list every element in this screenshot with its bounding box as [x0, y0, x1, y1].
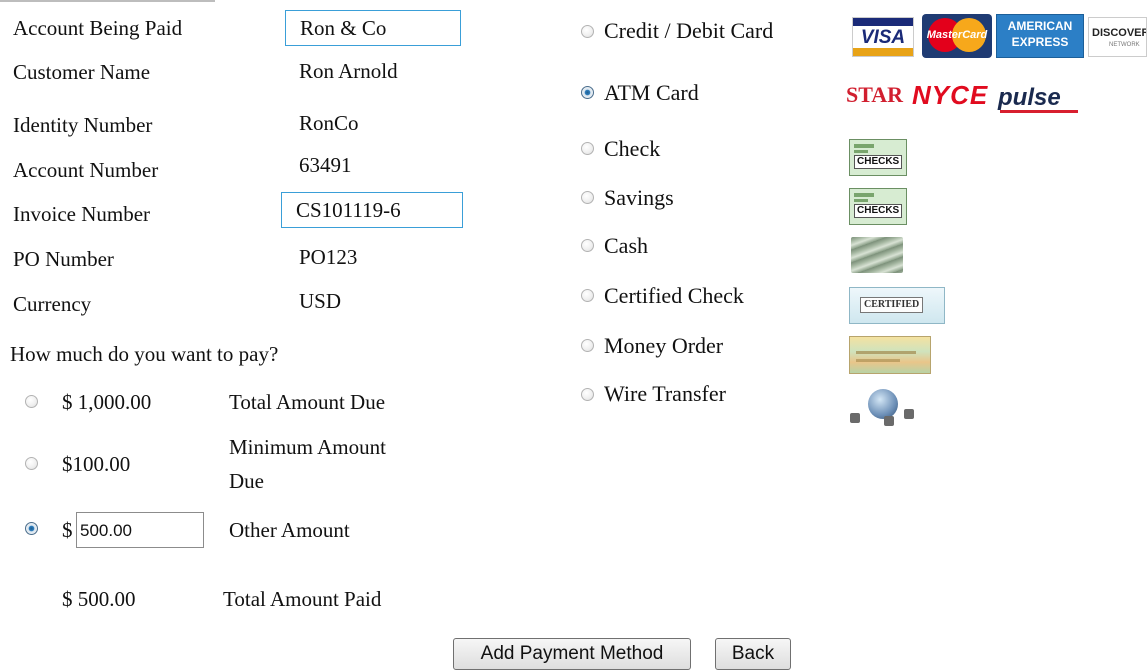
discover-logo-text: DISCOVER — [1092, 27, 1147, 39]
method-savings-label: Savings — [604, 185, 674, 210]
label-invoice-number: Invoice Number — [13, 202, 151, 226]
visa-logo-icon: VISA — [852, 17, 914, 57]
discover-logo-subtext: NETWORK — [1109, 42, 1140, 48]
visa-logo-text: VISA — [860, 27, 906, 48]
certified-check-icon: CERTIFIED — [849, 287, 945, 324]
account-being-paid-field[interactable] — [285, 10, 461, 46]
minimum-amount-due-label-line2: Due — [229, 469, 264, 493]
radio-credit-debit-card[interactable] — [581, 25, 594, 38]
invoice-number-field[interactable] — [281, 192, 463, 228]
label-customer-name: Customer Name — [13, 60, 151, 84]
mastercard-logo-icon: MasterCard — [922, 14, 992, 58]
po-number-value: PO123 — [299, 245, 358, 269]
label-identity-number: Identity Number — [13, 113, 153, 137]
add-payment-method-button[interactable]: Add Payment Method — [453, 638, 691, 670]
method-certified-check-label: Certified Check — [604, 283, 744, 308]
radio-minimum-amount-due[interactable] — [25, 457, 38, 470]
top-divider — [0, 0, 215, 2]
other-amount-label: Other Amount — [229, 518, 350, 542]
check-icon: CHECKS — [849, 139, 907, 176]
identity-number-value: RonCo — [299, 111, 359, 135]
minimum-amount-due-label-line1: Minimum Amount — [229, 435, 386, 459]
radio-wire-transfer[interactable] — [581, 388, 594, 401]
nyce-logo-text: NYCE — [912, 80, 988, 110]
method-wire-transfer-label: Wire Transfer — [604, 381, 726, 406]
radio-money-order[interactable] — [581, 339, 594, 352]
total-amount-paid-label: Total Amount Paid — [223, 587, 382, 611]
label-account-number: Account Number — [13, 158, 159, 182]
radio-atm-card[interactable] — [581, 86, 594, 99]
nyce-logo-icon: NYCE — [910, 80, 988, 110]
other-amount-input[interactable] — [76, 512, 204, 548]
mastercard-logo-text: MasterCard — [926, 29, 988, 41]
method-cash-label: Cash — [604, 233, 648, 258]
money-order-icon — [849, 336, 931, 374]
check-logo-text: CHECKS — [854, 155, 903, 169]
label-currency: Currency — [13, 292, 92, 316]
star-network-logo-icon: STAR — [846, 79, 904, 117]
total-amount-paid-value: $ 500.00 — [62, 587, 136, 611]
pay-amount-question: How much do you want to pay? — [10, 342, 279, 366]
radio-total-amount-due[interactable] — [25, 395, 38, 408]
method-money-order-label: Money Order — [604, 333, 724, 358]
amex-logo-text-line2: EXPRESS — [1011, 35, 1069, 49]
pulse-logo-icon: pulse — [996, 84, 1082, 114]
total-amount-due-value: $ 1,000.00 — [62, 390, 152, 414]
total-amount-due-label: Total Amount Due — [229, 390, 386, 414]
radio-other-amount[interactable] — [25, 522, 38, 535]
customer-name-value: Ron Arnold — [299, 59, 398, 83]
currency-value: USD — [299, 289, 342, 313]
certified-logo-text: CERTIFIED — [860, 297, 924, 313]
discover-logo-icon: DISCOVER NETWORK — [1088, 17, 1147, 57]
back-button[interactable]: Back — [715, 638, 791, 670]
savings-check-icon: CHECKS — [849, 188, 907, 225]
radio-savings[interactable] — [581, 191, 594, 204]
radio-check[interactable] — [581, 142, 594, 155]
method-credit-debit-card-label: Credit / Debit Card — [604, 18, 774, 43]
account-number-value: 63491 — [299, 153, 352, 177]
radio-certified-check[interactable] — [581, 289, 594, 302]
label-account-being-paid: Account Being Paid — [13, 16, 183, 40]
method-check-label: Check — [604, 136, 661, 161]
minimum-amount-due-value: $100.00 — [62, 452, 131, 476]
pulse-logo-text: pulse — [998, 84, 1061, 111]
amex-logo-text-line1: AMERICAN — [1007, 19, 1073, 33]
cash-icon — [851, 237, 903, 273]
star-logo-text: STAR — [846, 82, 904, 107]
savings-logo-text: CHECKS — [854, 204, 903, 218]
wire-transfer-icon — [848, 385, 928, 427]
method-atm-card-label: ATM Card — [604, 80, 699, 105]
other-amount-currency-symbol: $ — [62, 518, 73, 542]
american-express-logo-icon: AMERICAN EXPRESS — [996, 14, 1084, 58]
label-po-number: PO Number — [13, 247, 114, 271]
radio-cash[interactable] — [581, 239, 594, 252]
